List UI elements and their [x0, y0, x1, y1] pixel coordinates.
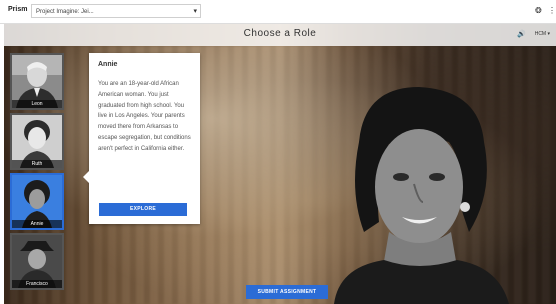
role-ruth[interactable]: Ruth [10, 113, 64, 170]
role-stage: Choose a Role 🔊 HCM ▾ Leon Ruth Annie Fr… [4, 24, 556, 304]
explore-button[interactable]: EXPLORE [99, 203, 187, 216]
project-select-value: Project Imagine: Jei... [36, 9, 94, 15]
top-toolbar: Prism Project Imagine: Jei... ▾ ❂ ⋮ [0, 0, 556, 24]
role-annie[interactable]: Annie [10, 173, 64, 230]
role-name: Francisco [12, 280, 62, 288]
speaker-icon[interactable]: 🔊 [517, 30, 526, 38]
app-brand: Prism [8, 6, 28, 13]
card-title: Annie [98, 61, 118, 68]
chevron-down-icon[interactable]: ▾ [193, 5, 197, 19]
more-icon[interactable]: ⋮ [548, 6, 556, 15]
role-list: Leon Ruth Annie Francisco [10, 53, 64, 293]
role-name: Annie [12, 220, 62, 228]
project-select[interactable]: Project Imagine: Jei... ▾ [31, 4, 201, 18]
annie-portrait [334, 87, 509, 304]
language-select[interactable]: HCM ▾ [535, 31, 550, 37]
role-detail-card: Annie You are an 18-year-old African Ame… [83, 53, 200, 224]
pin-icon[interactable]: ❂ [535, 6, 542, 15]
role-leon[interactable]: Leon [10, 53, 64, 110]
role-name: Ruth [12, 160, 62, 168]
role-francisco[interactable]: Francisco [10, 233, 64, 290]
role-name: Leon [12, 100, 62, 108]
submit-assignment-button[interactable]: SUBMIT ASSIGNMENT [246, 285, 328, 299]
page-title: Choose a Role [243, 28, 317, 39]
card-description: You are an 18-year-old African American … [98, 81, 191, 152]
role-header: Choose a Role 🔊 HCM ▾ [4, 24, 556, 46]
